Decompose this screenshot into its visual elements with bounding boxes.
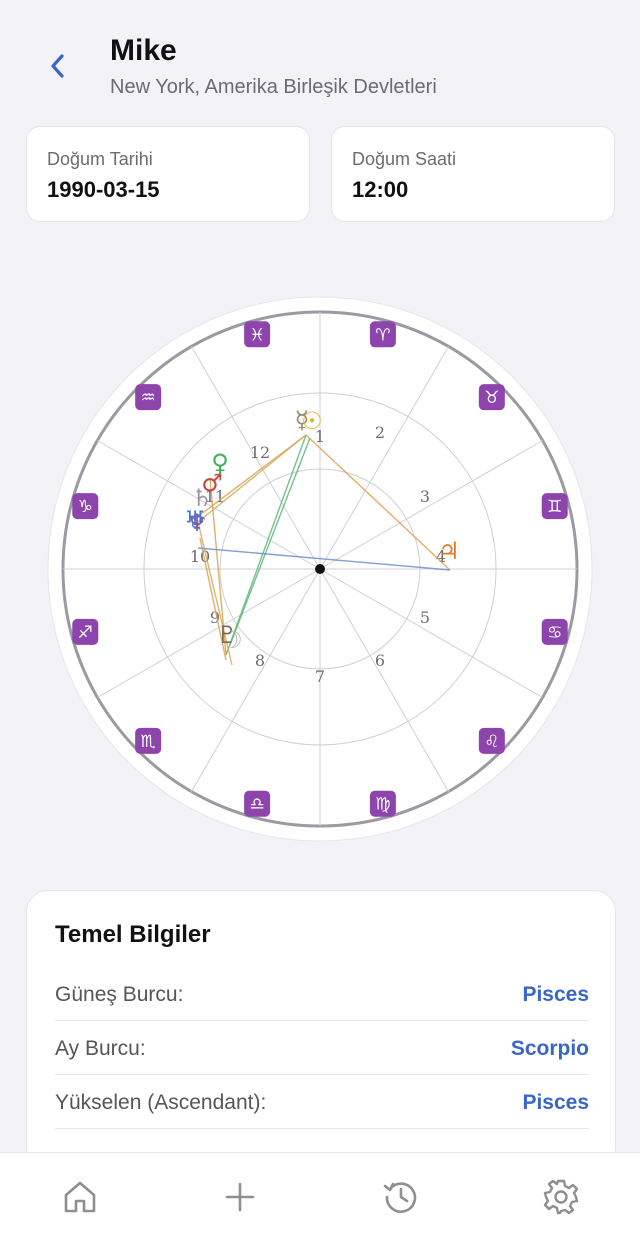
house-number-8: 8 (255, 651, 265, 670)
birth-date-label: Doğum Tarihi (47, 149, 153, 169)
back-button[interactable] (40, 46, 76, 86)
birth-time-label: Doğum Saati (352, 149, 457, 169)
moon-sign-row: Ay Burcu: Scorpio (55, 1021, 589, 1075)
zodiac-gemini-icon: ♊ (547, 497, 562, 517)
sun-icon: ☉ (301, 407, 323, 435)
tab-home[interactable] (58, 1175, 102, 1219)
house-number-12: 12 (250, 443, 270, 462)
header: Mike New York, Amerika Birleşik Devletle… (0, 0, 640, 110)
basic-info-title: Temel Bilgiler (55, 921, 211, 948)
sun-sign-row: Güneş Burcu: Pisces (55, 967, 589, 1021)
plus-icon (225, 1182, 255, 1212)
zodiac-pisces-icon: ♓ (249, 325, 264, 345)
neptune-icon: ♆ (186, 509, 208, 537)
ascendant-label: Yükselen (Ascendant): (55, 1091, 267, 1114)
natal-chart: ♈ ♉ ♊ ♋ ♌ ♍ ♎ ♏ ♐ ♑ ♒ ♓ 1 2 3 4 5 6 7 8 9 10 11 12 ☿ ☉ ♃ ♀ ♂ ♄ ♅ ♆ ♇ ☽ (0, 280, 640, 860)
house-number-7: 7 (315, 667, 325, 686)
moon-sign-label: Ay Burcu: (55, 1037, 146, 1060)
basic-info-card: Temel Bilgiler Güneş Burcu: Pisces Ay Bu… (26, 890, 616, 1170)
page-title: Mike (110, 34, 177, 67)
birth-time-value: 12:00 (352, 177, 409, 202)
zodiac-aquarius-icon: ♒ (141, 388, 156, 408)
house-number-5: 5 (420, 608, 430, 627)
sun-sign-label: Güneş Burcu: (55, 983, 184, 1006)
home-icon (64, 1181, 96, 1213)
jupiter-icon: ♃ (438, 537, 460, 565)
birth-time-card: Doğum Saati 12:00 (331, 126, 615, 222)
zodiac-scorpio-icon: ♏ (141, 732, 156, 752)
history-icon (383, 1182, 417, 1213)
zodiac-taurus-icon: ♉ (484, 388, 499, 408)
zodiac-libra-icon: ♎ (249, 795, 264, 815)
tab-bar (0, 1152, 640, 1242)
tab-settings[interactable] (539, 1175, 583, 1219)
natal-chart-svg: ♈♉♊♋♌♍♎♏♐♑♒♓1 23456789101112☿☉♃♀♂♄♅♆♇☽ (47, 296, 593, 842)
moon-icon: ☽ (221, 626, 243, 654)
chart-center-dot (315, 564, 325, 574)
chevron-left-icon (51, 54, 64, 78)
location-subtitle: New York, Amerika Birleşik Devletleri (110, 76, 437, 98)
zodiac-cancer-icon: ♋ (547, 623, 562, 643)
house-number-6: 6 (375, 651, 385, 670)
zodiac-leo-icon: ♌ (484, 732, 499, 752)
zodiac-virgo-icon: ♍ (375, 795, 390, 815)
tab-history[interactable] (379, 1175, 423, 1219)
zodiac-capricorn-icon: ♑ (78, 497, 93, 517)
house-number-3: 3 (420, 487, 430, 506)
tab-add[interactable] (218, 1175, 262, 1219)
moon-sign-value: Scorpio (510, 1037, 589, 1060)
house-number-2: 2 (375, 423, 385, 442)
zodiac-aries-icon: ♈ (375, 325, 390, 345)
ascendant-value: Pisces (522, 1091, 589, 1114)
birth-date-card: Doğum Tarihi 1990-03-15 (26, 126, 310, 222)
zodiac-sagittarius-icon: ♐ (78, 623, 93, 643)
ascendant-row: Yükselen (Ascendant): Pisces (55, 1075, 589, 1129)
gear-icon (543, 1179, 579, 1215)
birth-date-value: 1990-03-15 (47, 177, 160, 202)
sun-sign-value: Pisces (522, 983, 589, 1006)
